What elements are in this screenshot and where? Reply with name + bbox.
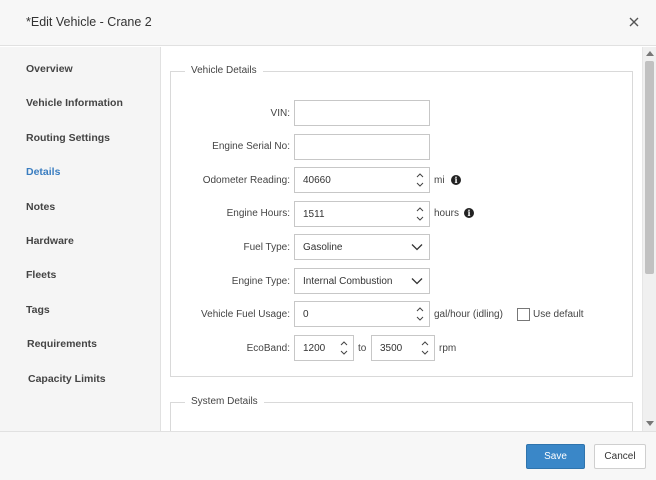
ecoband-max-field[interactable]: 3500 [371, 335, 435, 361]
ecoband-to-label: to [358, 343, 367, 354]
chevron-down-icon [411, 244, 423, 251]
content-scrollbar[interactable] [642, 47, 656, 431]
info-icon[interactable]: i [464, 208, 474, 218]
dialog-header: *Edit Vehicle - Crane 2 [0, 0, 656, 46]
vin-field[interactable] [294, 100, 430, 126]
sidebar-item-details[interactable]: Details [26, 166, 60, 178]
sidebar-item-overview[interactable]: Overview [26, 63, 73, 75]
scroll-thumb[interactable] [645, 61, 654, 274]
fuel-usage-value: 0 [303, 309, 309, 320]
fuel-type-label: Fuel Type: [243, 242, 290, 253]
fuel-usage-label: Vehicle Fuel Usage: [201, 309, 290, 320]
ecoband-label: EcoBand: [246, 343, 290, 354]
sidebar-item-fleets[interactable]: Fleets [26, 269, 56, 281]
engine-hours-unit: hours [434, 208, 460, 219]
sidebar-item-routing-settings[interactable]: Routing Settings [26, 132, 110, 144]
vin-label: VIN: [270, 108, 290, 119]
save-button[interactable]: Save [526, 444, 585, 469]
sidebar-item-vehicle-information[interactable]: Vehicle Information [26, 97, 123, 109]
ecoband-min-field[interactable]: 1200 [294, 335, 354, 361]
odometer-field[interactable]: 40660 [294, 167, 430, 193]
spinner-arrows-icon[interactable] [415, 205, 425, 223]
engine-type-select[interactable]: Internal Combustion [294, 268, 430, 294]
spinner-arrows-icon[interactable] [420, 339, 430, 357]
dialog-footer: Save Cancel [0, 431, 656, 480]
sidebar-nav: Overview Vehicle Information Routing Set… [0, 47, 161, 431]
details-panel: Vehicle Details VIN: Engine Serial No: O… [162, 47, 642, 431]
use-default-label: Use default [533, 309, 584, 320]
chevron-down-icon [411, 278, 423, 285]
vehicle-details-legend: Vehicle Details [185, 65, 263, 76]
odometer-label: Odometer Reading: [202, 175, 290, 186]
sidebar-item-notes[interactable]: Notes [26, 201, 55, 213]
spinner-arrows-icon[interactable] [415, 171, 425, 189]
sidebar-item-tags[interactable]: Tags [26, 304, 50, 316]
close-icon[interactable] [626, 14, 642, 30]
spinner-arrows-icon[interactable] [339, 339, 349, 357]
ecoband-min-value: 1200 [303, 343, 326, 354]
fuel-type-select[interactable]: Gasoline [294, 234, 430, 260]
info-icon[interactable]: i [451, 175, 461, 185]
system-details-fieldset: System Details [170, 396, 633, 431]
engine-hours-value: 1511 [303, 209, 325, 220]
cancel-button[interactable]: Cancel [594, 444, 646, 469]
engine-serial-label: Engine Serial No: [212, 141, 290, 152]
engine-hours-label: Engine Hours: [226, 208, 290, 219]
engine-type-value: Internal Combustion [303, 276, 393, 287]
engine-serial-field[interactable] [294, 134, 430, 160]
ecoband-max-value: 3500 [380, 343, 403, 354]
odometer-value: 40660 [303, 175, 331, 186]
engine-hours-field[interactable]: 1511 [294, 201, 430, 227]
sidebar-item-hardware[interactable]: Hardware [26, 235, 74, 247]
fuel-type-value: Gasoline [303, 242, 343, 253]
ecoband-unit: rpm [439, 343, 457, 354]
sidebar-item-capacity-limits[interactable]: Capacity Limits [28, 373, 106, 385]
fuel-usage-field[interactable]: 0 [294, 301, 430, 327]
dialog-title: *Edit Vehicle - Crane 2 [26, 15, 152, 29]
use-default-checkbox[interactable] [517, 308, 530, 321]
scroll-down-icon[interactable] [646, 421, 654, 427]
spinner-arrows-icon[interactable] [415, 305, 425, 323]
odometer-unit: mi [434, 175, 445, 186]
fuel-usage-unit: gal/hour (idling) [434, 309, 503, 320]
scroll-up-icon[interactable] [646, 50, 654, 56]
system-details-legend: System Details [185, 396, 264, 407]
sidebar-item-requirements[interactable]: Requirements [27, 338, 97, 350]
engine-type-label: Engine Type: [231, 276, 290, 287]
